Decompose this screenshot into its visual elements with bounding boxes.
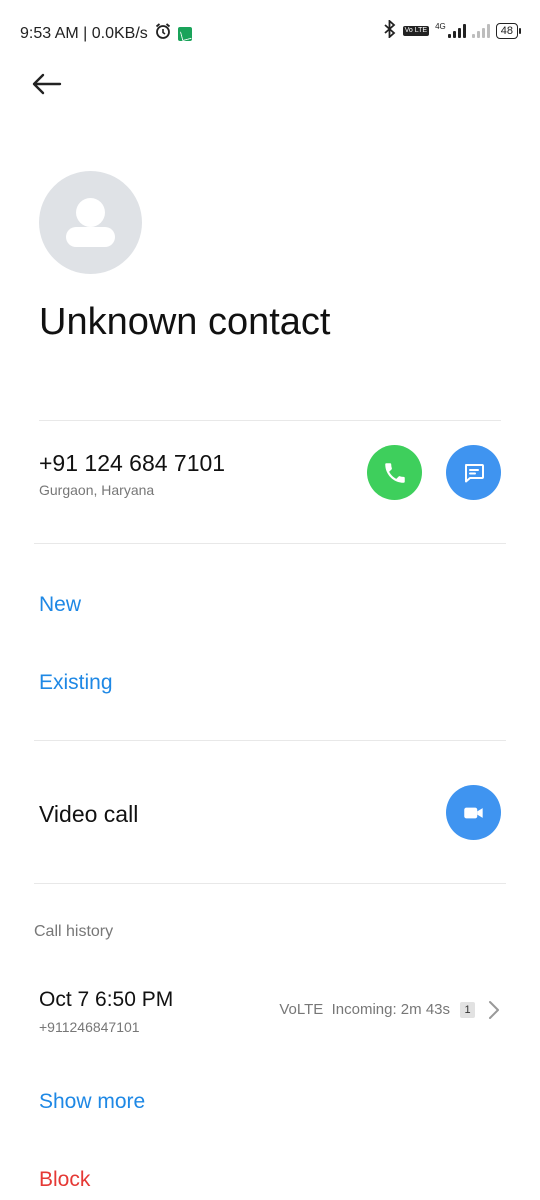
block-button[interactable]: Block [39,1165,90,1195]
divider [34,543,506,544]
bluetooth-icon [383,18,397,41]
divider [34,883,506,884]
back-button[interactable] [28,66,68,102]
divider [34,740,506,741]
video-call-button[interactable] [446,785,501,840]
signal-strength-sim2-icon [471,23,490,38]
contact-name: Unknown contact [39,301,331,343]
message-icon [464,463,484,482]
alarm-icon [154,22,172,45]
phone-location: Gurgaon, Haryana [39,482,155,498]
call-history-date: Oct 7 6:50 PM [39,988,174,1011]
video-camera-icon [463,807,483,818]
phone-number[interactable]: +91 124 684 7101 [39,447,225,479]
call-history-heading: Call history [34,923,114,940]
battery-indicator: 48 [495,22,522,39]
show-more-link[interactable]: Show more [39,1087,145,1117]
signal-strength-icon [447,23,466,38]
avatar-body-shape [66,227,115,247]
sim-slot-badge: 1 [460,1002,475,1018]
volte-badge: Vo LTE [402,25,430,36]
status-time-speed: 9:53 AM | 0.0KB/s [20,24,148,42]
back-arrow-icon [32,73,62,95]
network-type: 4G [435,22,446,31]
message-button[interactable] [446,445,501,500]
status-bar-right: Vo LTE 4G 48 [383,18,522,41]
video-call-label[interactable]: Video call [39,798,138,830]
call-history-number: +911246847101 [39,1019,140,1035]
avatar [39,171,142,274]
status-bar-left: 9:53 AM | 0.0KB/s [20,22,192,45]
existing-contact-link[interactable]: Existing [39,668,113,698]
call-button[interactable] [367,445,422,500]
new-contact-link[interactable]: New [39,590,81,620]
divider [39,420,501,421]
call-notification-icon [177,26,192,41]
call-history-detail: VoLTE Incoming: 2m 43s [279,1001,450,1018]
phone-icon [384,462,405,483]
avatar-head-shape [76,198,105,227]
chevron-right-icon[interactable] [486,999,502,1021]
